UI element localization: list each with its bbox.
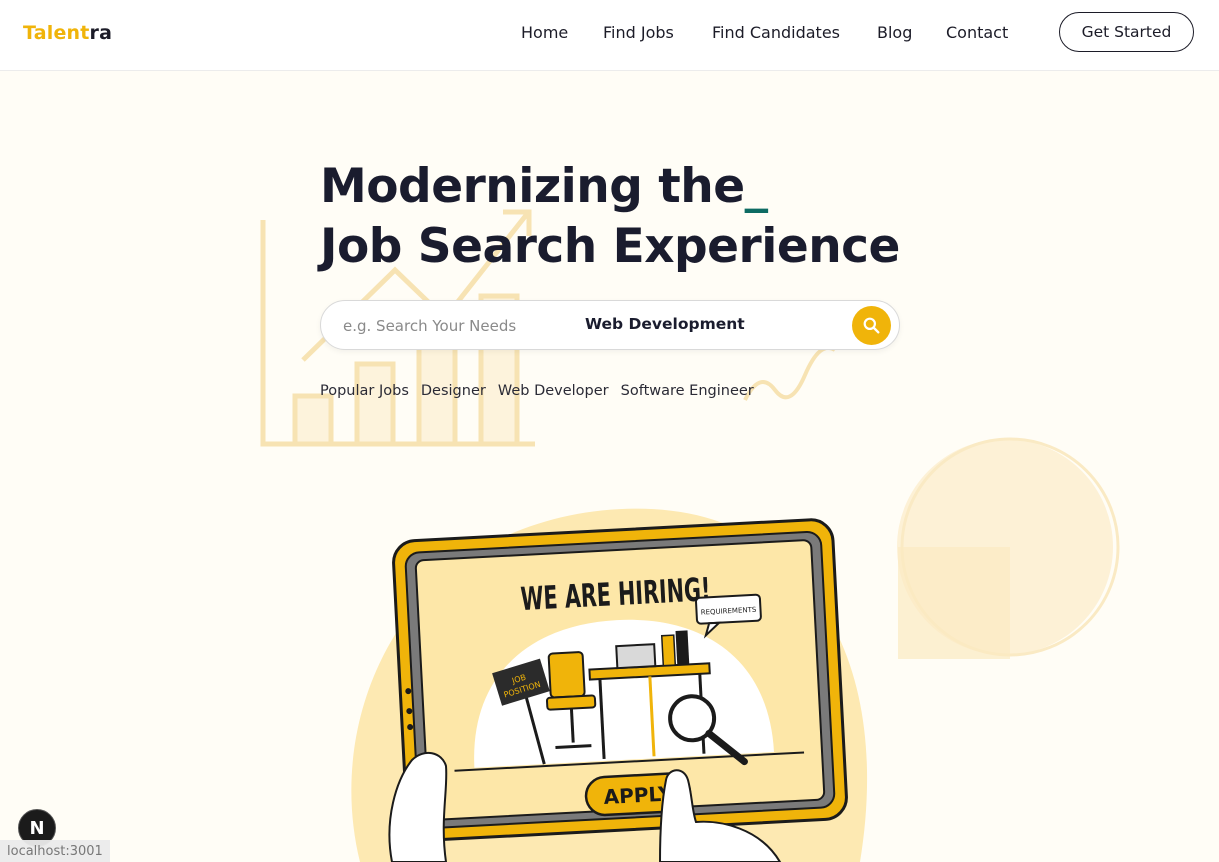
brand-logo[interactable]: Talentra — [23, 22, 112, 44]
nav-link-find-jobs[interactable]: Find Jobs — [603, 23, 674, 42]
search-button[interactable] — [852, 306, 891, 345]
navbar: Talentra Home Find Jobs Find Candidates … — [0, 0, 1219, 71]
popular-tag-software-engineer[interactable]: Software Engineer — [621, 383, 754, 399]
typing-cursor: _ — [744, 159, 769, 214]
hiring-illustration: WE ARE HIRING! JOB POSITION REQUIREMENTS — [351, 508, 868, 862]
dev-url-label: localhost:3001 — [0, 840, 110, 862]
get-started-button[interactable]: Get Started — [1059, 12, 1194, 52]
nav-link-home[interactable]: Home — [521, 23, 568, 42]
popular-jobs-label: Popular Jobs — [320, 383, 409, 399]
nav-link-find-candidates[interactable]: Find Candidates — [712, 23, 840, 42]
popular-jobs: Popular Jobs Designer Web Developer Softwar… — [320, 383, 766, 399]
popular-tag-web-developer[interactable]: Web Developer — [498, 383, 609, 399]
hero-title-line1: Modernizing the — [320, 159, 745, 214]
circle-decoration — [897, 437, 1120, 659]
nav-link-blog[interactable]: Blog — [877, 23, 912, 42]
brand-logo-part2: ra — [89, 22, 113, 44]
nav-link-contact[interactable]: Contact — [946, 23, 1008, 42]
search-input[interactable] — [341, 313, 565, 339]
popular-tag-designer[interactable]: Designer — [421, 383, 486, 399]
brand-logo-part1: Talent — [23, 22, 90, 44]
hero-title: Modernizing the_ Job Search Experience — [320, 157, 900, 277]
search-icon — [863, 317, 880, 334]
hero-title-line2: Job Search Experience — [320, 219, 900, 274]
category-select[interactable]: Web Development — [585, 315, 745, 333]
search-bar: Web Development — [320, 300, 900, 350]
